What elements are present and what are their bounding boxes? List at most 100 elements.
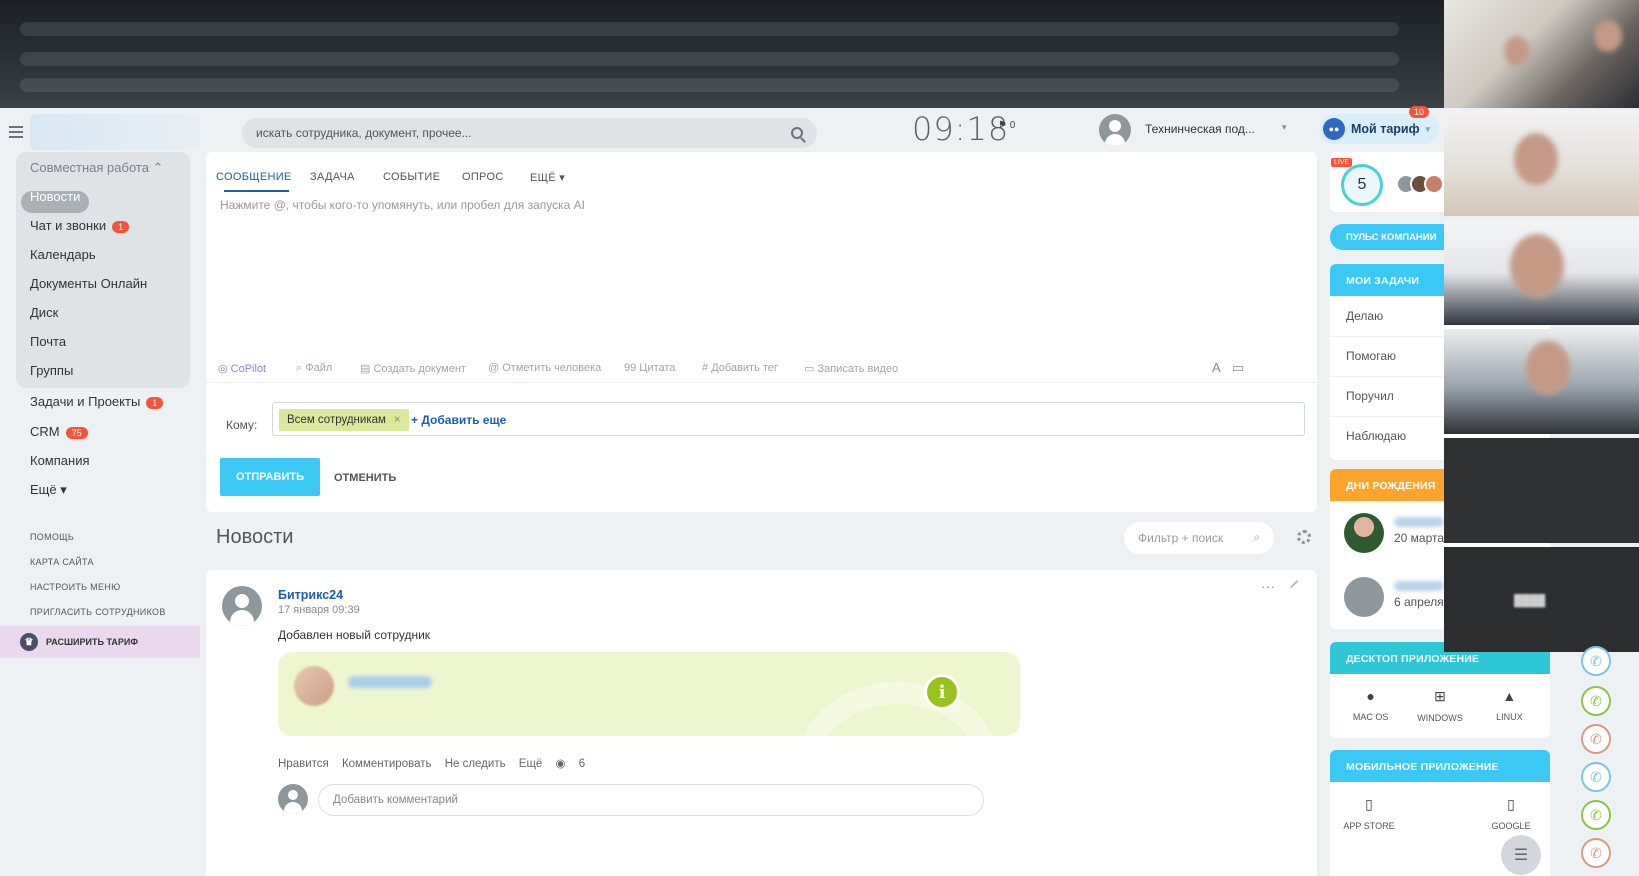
phone-icon[interactable]: ✆: [1581, 646, 1611, 676]
sitemap-link[interactable]: КАРТА САЙТА: [30, 557, 94, 567]
sidebar-item-crm[interactable]: CRM 75: [30, 424, 88, 439]
crm-badge: 75: [65, 426, 88, 439]
avatar: [278, 784, 308, 814]
sidebar-item-mail[interactable]: Почта: [30, 334, 66, 349]
help-link[interactable]: ПОМОЩЬ: [30, 532, 74, 542]
blurred-tabs: [20, 52, 1399, 66]
more-link[interactable]: Ещё: [519, 758, 543, 770]
more-icon[interactable]: ···: [1261, 578, 1275, 594]
birthday-date: 6 апреля: [1394, 595, 1444, 609]
tab-more[interactable]: ЕЩЁ ▾: [530, 171, 565, 184]
invite-users-link[interactable]: ПРИГЛАСИТЬ СОТРУДНИКОВ: [30, 607, 166, 617]
video-tile[interactable]: [1444, 111, 1639, 216]
clock[interactable]: 09:18: [912, 110, 1009, 148]
tab-task[interactable]: ЗАДАЧА: [310, 171, 355, 183]
employee-avatar[interactable]: [294, 666, 334, 706]
filter-search-input[interactable]: Фильтр + поиск ⌕: [1124, 522, 1274, 554]
sidebar-group-title[interactable]: Совместная работа ⌃: [30, 160, 163, 176]
close-icon[interactable]: ×: [394, 414, 401, 426]
sidebar-item-company[interactable]: Компания: [30, 453, 90, 468]
tool-label: Цитата: [639, 362, 676, 374]
employee-name-blurred[interactable]: [348, 676, 432, 688]
send-button[interactable]: ОТПРАВИТЬ: [220, 458, 320, 496]
attach-file-button[interactable]: ⌕ Файл: [296, 362, 332, 375]
linux-download[interactable]: ▲ LINUX: [1475, 688, 1544, 723]
sidebar-item-calendar[interactable]: Календарь: [30, 247, 96, 262]
store-label: APP STORE: [1343, 821, 1395, 831]
windows-download[interactable]: ⊞ WINDOWS: [1405, 688, 1474, 723]
video-tile[interactable]: [1444, 220, 1639, 325]
search-input[interactable]: искать сотрудника, документ, прочее...: [242, 118, 817, 148]
video-tile[interactable]: [1444, 438, 1639, 543]
phone-icon[interactable]: ✆: [1581, 724, 1611, 754]
feed-post: Битрикс24 17 января 09:39 Добавлен новый…: [206, 570, 1317, 876]
video-tile[interactable]: ████: [1444, 547, 1639, 652]
add-tag-button[interactable]: # Добавить тег: [702, 362, 778, 374]
participant-face: [1514, 133, 1558, 185]
avatar: [1344, 577, 1384, 617]
tab-message[interactable]: СООБЩЕНИЕ: [216, 171, 292, 183]
avatar[interactable]: [222, 586, 262, 626]
pin-icon[interactable]: [1289, 579, 1305, 595]
search-icon[interactable]: ⌕: [1253, 530, 1260, 545]
flag-counter[interactable]: ⚑ 0: [998, 120, 1015, 131]
comment-link[interactable]: Комментировать: [342, 758, 432, 770]
recipient-chip[interactable]: Всем сотрудникам ×: [279, 409, 409, 431]
sidebar-item-documents[interactable]: Документы Онлайн: [30, 276, 147, 291]
sidebar-item-tasks[interactable]: Задачи и Проекты 1: [30, 394, 164, 409]
configure-menu-link[interactable]: НАСТРОИТЬ МЕНЮ: [30, 582, 120, 592]
pulse-indicator[interactable]: 5: [1341, 164, 1383, 206]
chevron-down-icon[interactable]: ▾: [1282, 122, 1287, 133]
sidebar-item-groups[interactable]: Группы: [30, 363, 73, 378]
tariff-badge: 10: [1409, 106, 1430, 118]
phone-icon: ▯: [1507, 796, 1515, 812]
sidebar-item-more[interactable]: Ещё ▾: [30, 482, 67, 498]
macos-download[interactable]: ● MAC OS: [1336, 688, 1405, 723]
add-recipient-link[interactable]: + Добавить еще: [411, 413, 506, 427]
my-tariff-button[interactable]: ●● Мой тариф ▾: [1319, 114, 1439, 144]
search-icon[interactable]: [791, 127, 803, 139]
gear-icon[interactable]: [1297, 530, 1311, 544]
sidebar-item-disk[interactable]: Диск: [30, 305, 58, 320]
comment-input[interactable]: Добавить комментарий: [318, 784, 984, 816]
user-name[interactable]: Технинческая под...: [1145, 122, 1255, 136]
video-tile[interactable]: [1444, 0, 1639, 108]
blurred-bookmarks: [20, 78, 1399, 92]
post-author[interactable]: Битрикс24: [278, 588, 343, 602]
tab-event[interactable]: СОБЫТИЕ: [383, 171, 440, 183]
tool-label: Файл: [305, 362, 333, 374]
copilot-button[interactable]: ◎ CoPilot: [218, 362, 266, 375]
text-format-icon[interactable]: A: [1212, 360, 1221, 375]
company-logo[interactable]: [30, 114, 200, 150]
os-label: MAC OS: [1352, 712, 1389, 722]
chat-menu-icon[interactable]: ☰: [1501, 835, 1541, 875]
menu-icon[interactable]: [9, 126, 23, 138]
unfollow-link[interactable]: Не следить: [445, 758, 506, 770]
like-link[interactable]: Нравится: [278, 758, 329, 770]
birthday-date: 20 марта: [1394, 531, 1445, 545]
quote-button[interactable]: 99 Цитата: [624, 362, 675, 374]
active-tab-indicator: [224, 190, 289, 192]
user-avatar[interactable]: [1099, 114, 1131, 146]
recipients-field[interactable]: Всем сотрудникам × + Добавить еще: [272, 402, 1305, 436]
fullscreen-icon[interactable]: ▭: [1232, 360, 1244, 376]
google-play-download[interactable]: ▯ GOOGLE: [1476, 796, 1546, 831]
extend-tariff-button[interactable]: ♛ РАСШИРИТЬ ТАРИФ: [0, 626, 200, 658]
sidebar-item-news[interactable]: Новости: [30, 189, 80, 204]
phone-icon[interactable]: ✆: [1581, 762, 1611, 792]
cancel-button[interactable]: ОТМЕНИТЬ: [334, 472, 396, 484]
create-document-button[interactable]: ▤ Создать документ: [360, 362, 466, 375]
sidebar-item-chat[interactable]: Чат и звонки 1: [30, 218, 130, 233]
video-tile[interactable]: [1444, 329, 1639, 434]
post-date[interactable]: 17 января 09:39: [278, 604, 360, 616]
phone-icon[interactable]: ✆: [1581, 838, 1611, 868]
phone-icon[interactable]: ✆: [1581, 800, 1611, 830]
mention-button[interactable]: @ Отметить человека: [488, 362, 601, 374]
record-video-button[interactable]: ▭ Записать видео: [804, 362, 898, 375]
post-actions: Нравится Комментировать Не следить Ещё ◉…: [278, 756, 605, 770]
phone-icon[interactable]: ✆: [1581, 686, 1611, 716]
message-input[interactable]: Нажмите @, чтобы кого-то упомянуть, или …: [220, 198, 585, 212]
app-store-download[interactable]: ▯ APP STORE: [1334, 796, 1404, 831]
tasks-badge: 1: [146, 396, 164, 409]
tab-poll[interactable]: ОПРОС: [462, 171, 504, 183]
